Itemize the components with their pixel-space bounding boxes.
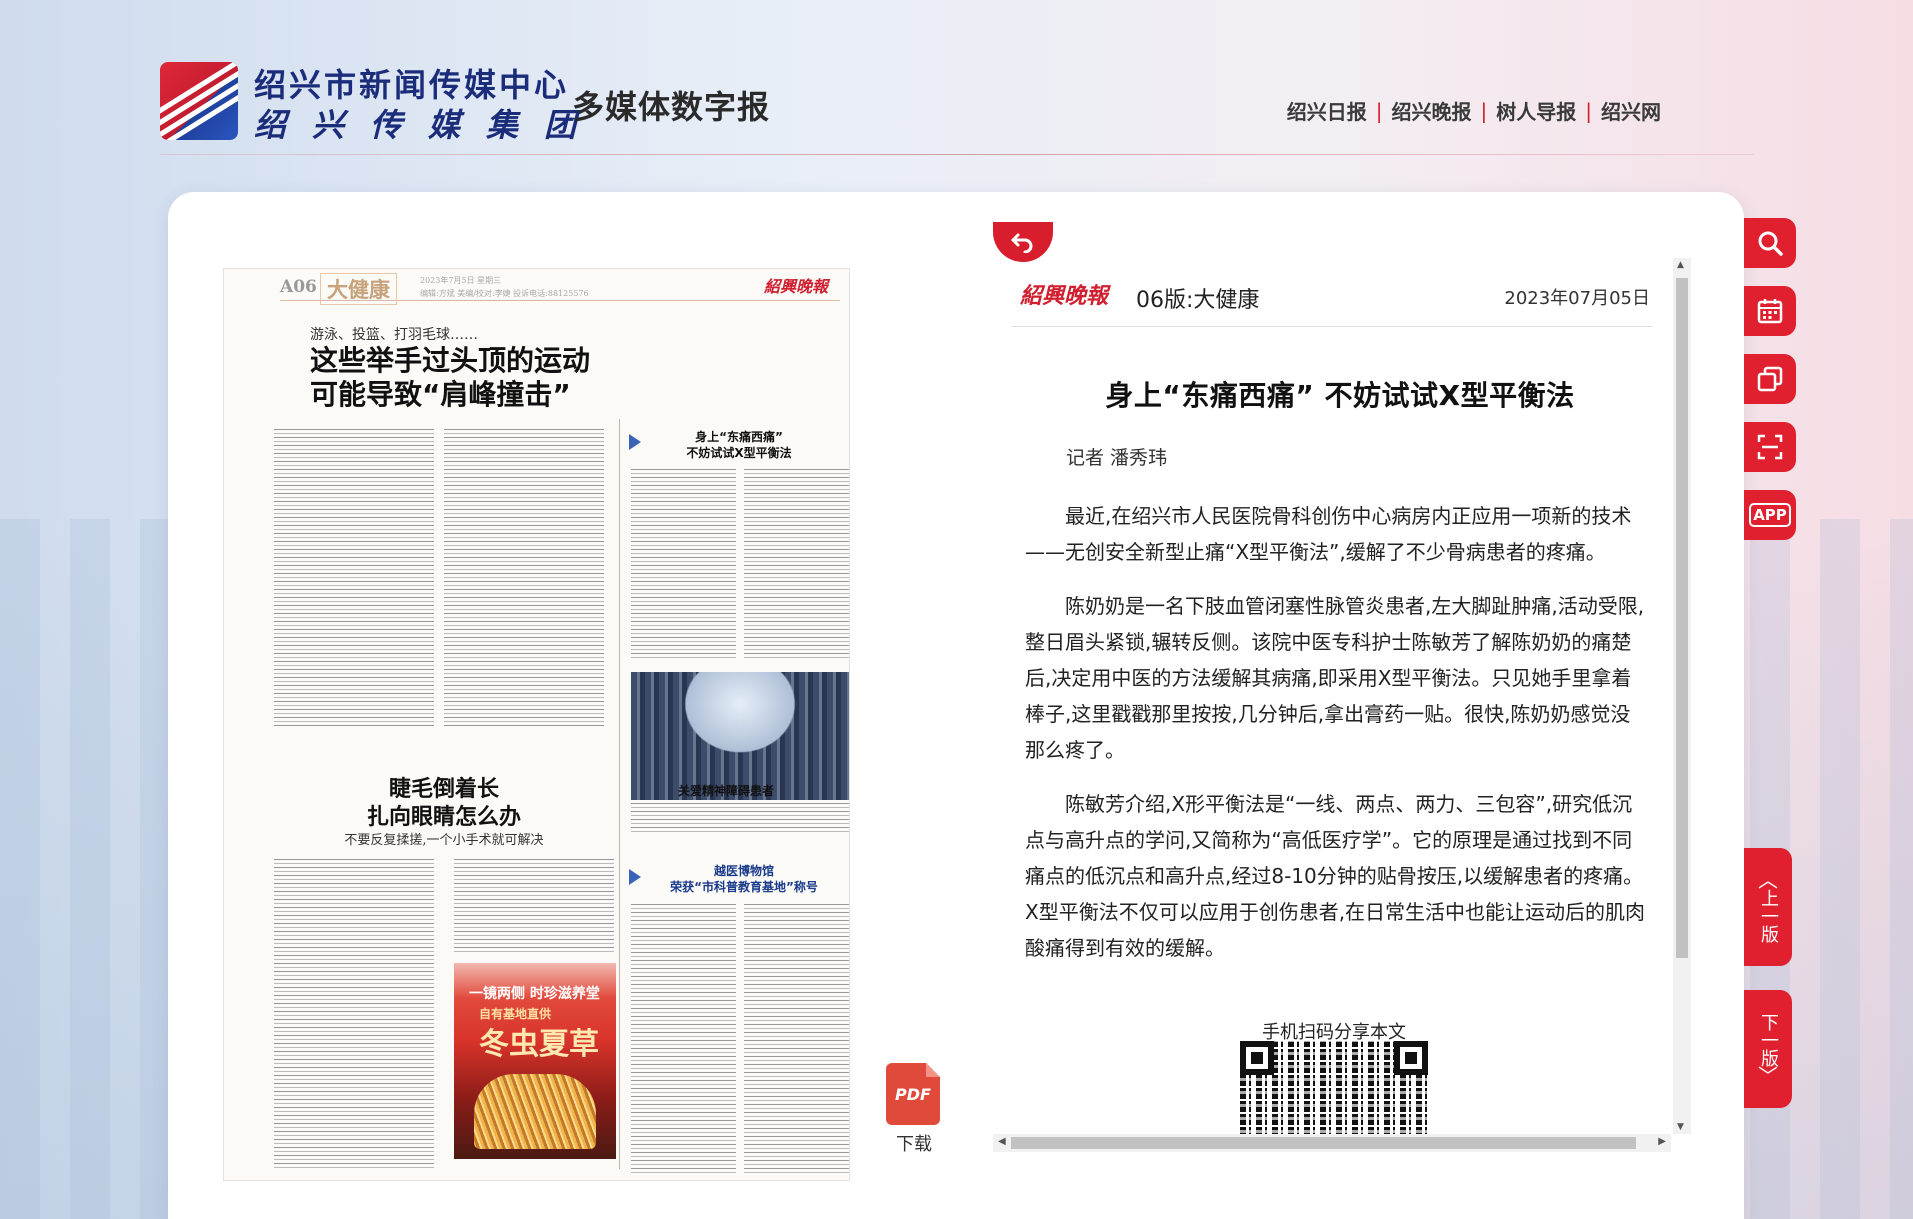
nav-separator: | — [1585, 98, 1592, 123]
article-paragraph: 陈敏芳介绍,X形平衡法是“一线、两点、两力、三包容”,研究低沉点与高升点的学问,… — [1025, 792, 1646, 960]
side-story2-headline-line-1: 越医博物馆 — [713, 864, 774, 878]
ad-title: 一镜两侧 时珍滋养堂 — [469, 986, 600, 1002]
story2-headline-line-1: 睫毛倒着长 — [388, 777, 499, 802]
site-title: 多媒体数字报 — [572, 88, 771, 126]
calendar-button[interactable] — [1744, 286, 1796, 336]
article-paragraph: 最近,在绍兴市人民医院骨科创伤中心病房内正应用一项新的技术——无创安全新型止痛“… — [1025, 504, 1632, 564]
article-vertical-scrollbar[interactable]: ▲ ▼ — [1673, 258, 1691, 1134]
next-page-label: 下一版 — [1758, 1013, 1779, 1067]
nav-separator: | — [1375, 98, 1383, 123]
ad-product-image — [474, 1074, 596, 1149]
newspaper-page[interactable]: A06 大健康 2023年7月5日 星期三 编辑:方斌 美编/校对:李婕 投诉电… — [223, 268, 850, 1181]
newspaper-meta: 2023年7月5日 星期三 — [420, 276, 502, 285]
next-page-button[interactable]: 下一版 ﹀ — [1744, 990, 1792, 1108]
top-nav: 绍兴日报 | 绍兴晚报 | 树人导报 | 绍兴网 — [1287, 96, 1661, 125]
scan-button[interactable] — [1744, 422, 1796, 472]
side-story2-column[interactable] — [744, 904, 849, 1174]
scan-icon — [1757, 434, 1783, 460]
nav-link-shaoxing-net[interactable]: 绍兴网 — [1601, 96, 1661, 125]
nav-link-shaoxing-evening[interactable]: 绍兴晚报 — [1392, 96, 1472, 125]
story-headline-line-1: 这些举手过头顶的运动 — [310, 344, 591, 377]
side-story2-headline[interactable]: 越医博物馆 荣获“市科普教育基地”称号 — [639, 863, 849, 895]
header-divider — [160, 154, 1754, 155]
scrollbar-thumb[interactable] — [1676, 278, 1688, 958]
story2-text-column[interactable] — [274, 859, 434, 1169]
scroll-down-icon[interactable]: ▼ — [1677, 1122, 1684, 1132]
story2-headline-line-2: 扎向眼睛怎么办 — [366, 805, 521, 830]
chevron-down-icon: ﹀ — [1758, 1064, 1778, 1088]
ad-product-name: 冬虫夏草 — [479, 1027, 599, 1062]
article-brand: 紹興晚報 — [1020, 283, 1109, 309]
qr-finder-pattern — [1240, 1041, 1274, 1075]
scroll-right-icon[interactable]: ▶ — [1658, 1136, 1666, 1147]
back-arrow-icon — [1011, 233, 1033, 253]
copy-button[interactable] — [1744, 354, 1796, 404]
article-author: 记者 潘秀玮 — [1066, 447, 1168, 469]
app-button[interactable]: APP — [1744, 490, 1796, 540]
story2-text-column[interactable] — [454, 859, 614, 954]
pdf-download-icon[interactable]: PDF — [886, 1063, 940, 1125]
story-headline[interactable]: 这些举手过头顶的运动 可能导致“肩峰撞击” — [310, 344, 590, 412]
article-edition: 06版:大健康 — [1136, 288, 1260, 313]
article-paragraph: 陈奶奶是一名下肢血管闭塞性脉管炎患者,左大脚趾肿痛,活动受限,整日眉头紧锁,辗转… — [1025, 594, 1645, 762]
nav-separator: | — [1480, 98, 1488, 123]
story-text-column[interactable] — [274, 429, 434, 729]
search-icon — [1758, 231, 1783, 256]
org-group: 绍兴传媒集团 — [254, 106, 603, 144]
newspaper-page-number: A06 — [280, 277, 317, 297]
copy-icon — [1757, 366, 1783, 392]
article-body: 最近,在绍兴市人民医院骨科创伤中心病房内正应用一项新的技术——无创安全新型止痛“… — [1025, 498, 1650, 984]
side-story2-column[interactable] — [631, 904, 736, 1174]
article-pane[interactable]: 紹興晚報 06版:大健康 2023年07月05日 身上“东痛西痛” 不妨试试X型… — [1010, 268, 1670, 1138]
story-kicker: 游泳、投篮、打羽毛球…… — [310, 327, 478, 343]
article-date: 2023年07月05日 — [1504, 288, 1650, 309]
qr-finder-pattern — [1394, 1041, 1428, 1075]
nav-link-shaoxing-daily[interactable]: 绍兴日报 — [1287, 96, 1367, 125]
scroll-left-icon[interactable]: ◀ — [998, 1136, 1006, 1147]
side-story2-headline-line-2: 荣获“市科普教育基地”称号 — [670, 880, 818, 894]
news-photo-title: 关爱精神障碍患者 — [678, 784, 775, 798]
prev-page-label: 上一版 — [1758, 889, 1779, 943]
newspaper-section: 大健康 — [320, 273, 397, 305]
side-story-arrow-icon — [629, 434, 641, 450]
newspaper-meta-editor: 编辑:方斌 美编/校对:李婕 投诉电话:88125576 — [420, 289, 589, 298]
column-rule — [619, 419, 620, 1169]
side-story-headline[interactable]: 身上“东痛西痛” 不妨试试X型平衡法 — [654, 429, 824, 461]
newspaper-header: A06 大健康 2023年7月5日 星期三 编辑:方斌 美编/校对:李婕 投诉电… — [280, 273, 840, 305]
scroll-up-icon[interactable]: ▲ — [1677, 260, 1684, 270]
news-photo[interactable] — [631, 672, 849, 800]
search-button[interactable] — [1744, 218, 1796, 268]
side-story-column[interactable] — [631, 469, 736, 661]
story-headline-line-2: 可能导致“肩峰撞击” — [310, 378, 571, 411]
nav-link-shuren-guide[interactable]: 树人导报 — [1496, 96, 1576, 125]
calendar-icon — [1757, 299, 1783, 324]
scrollbar-thumb[interactable] — [1011, 1137, 1636, 1149]
article-horizontal-scrollbar[interactable]: ◀ ▶ — [993, 1134, 1671, 1152]
story2-headline[interactable]: 睫毛倒着长 扎向眼睛怎么办 — [324, 776, 564, 832]
download-label[interactable]: 下载 — [896, 1130, 932, 1156]
story2-subheadline: 不要反复揉搓,一个小手术就可解决 — [344, 833, 544, 848]
story-text-column[interactable] — [444, 429, 604, 729]
news-photo-caption — [631, 803, 849, 833]
side-story-headline-line-1: 身上“东痛西痛” — [695, 430, 783, 444]
article-divider — [1012, 326, 1652, 327]
article-title: 身上“东痛西痛” 不妨试试X型平衡法 — [1105, 379, 1575, 412]
logo-icon[interactable] — [160, 62, 238, 140]
side-story-headline-line-2: 不妨试试X型平衡法 — [686, 446, 792, 460]
site-header: 绍兴市新闻传媒中心 绍兴传媒集团 多媒体数字报 绍兴日报 | 绍兴晚报 | 树人… — [0, 0, 1913, 160]
chevron-up-icon: ︿ — [1758, 868, 1778, 892]
newspaper-brand: 紹興晚報 — [763, 277, 828, 296]
side-story-column[interactable] — [744, 469, 849, 661]
app-icon: APP — [1749, 503, 1791, 527]
prev-page-button[interactable]: ︿ 上一版 — [1744, 848, 1792, 966]
